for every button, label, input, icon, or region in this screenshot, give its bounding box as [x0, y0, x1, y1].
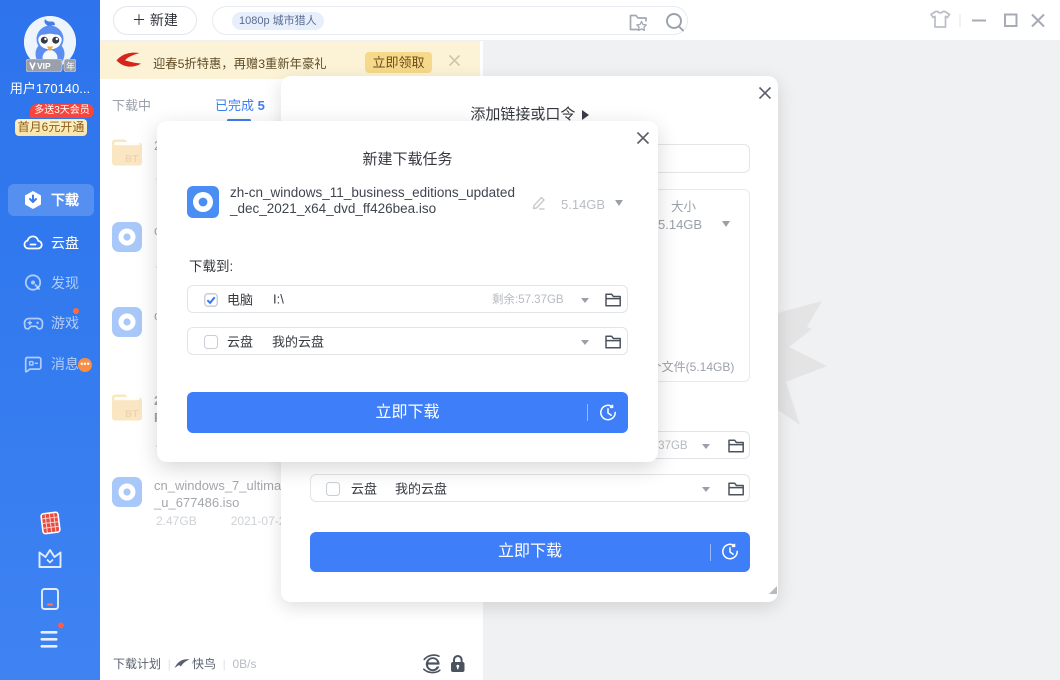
svg-text:VIP: VIP — [37, 61, 51, 71]
svg-text:年: 年 — [66, 61, 75, 72]
